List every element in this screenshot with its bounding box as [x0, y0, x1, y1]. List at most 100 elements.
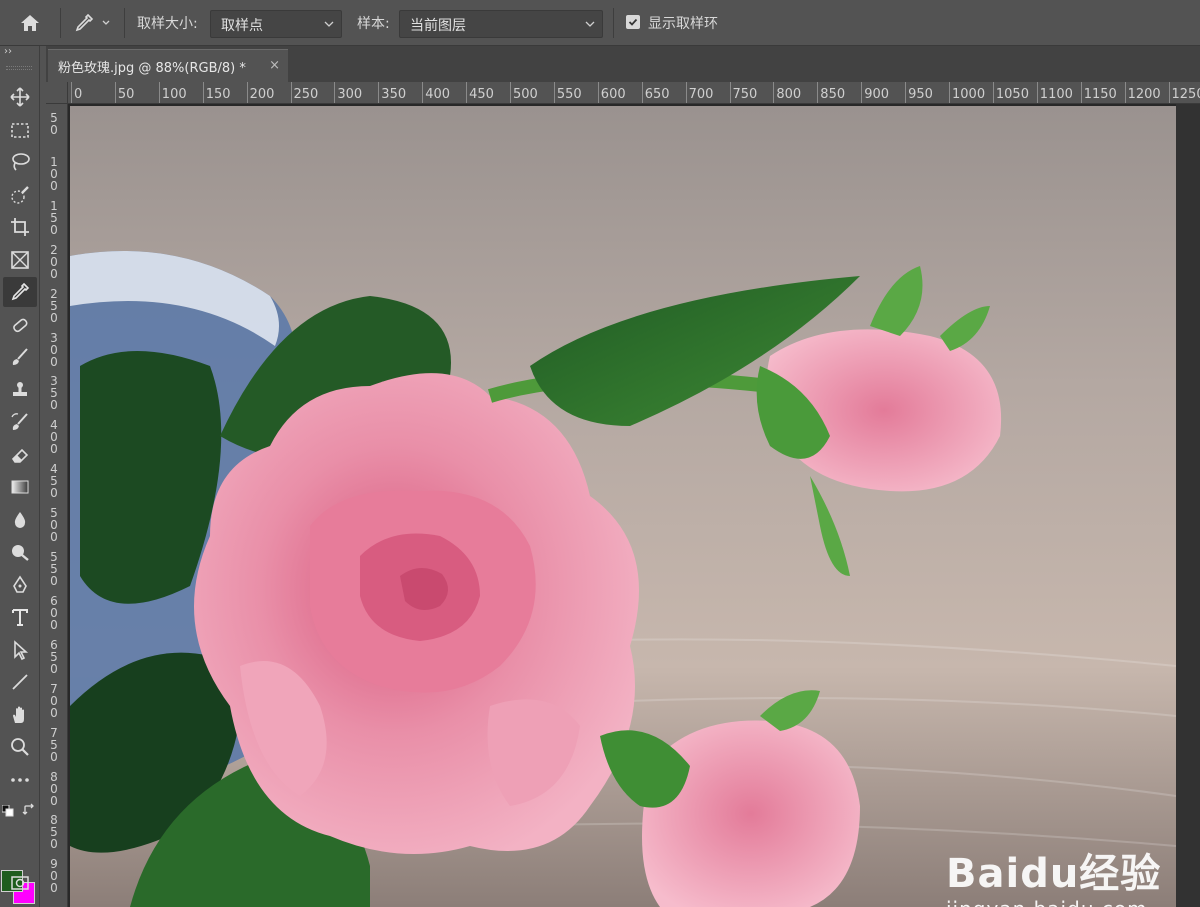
more-tools[interactable]: [3, 765, 37, 795]
ruler-tick-label: 500: [513, 87, 538, 102]
ruler-tick: [597, 82, 599, 103]
swap-colors-icon[interactable]: [22, 802, 36, 816]
panel-grip[interactable]: [6, 66, 32, 70]
crop-tool[interactable]: [3, 212, 37, 242]
ruler-tick: [422, 82, 424, 103]
stamp-icon: [13, 382, 27, 396]
gradient-icon: [11, 480, 29, 494]
path-selection-tool[interactable]: [3, 635, 37, 665]
frame-icon: [11, 251, 29, 269]
ruler-tick: [466, 82, 468, 103]
ruler-tick-label: 850: [820, 87, 846, 102]
marquee-tool[interactable]: [3, 115, 37, 145]
document-tab[interactable]: 粉色玫瑰.jpg @ 88%(RGB/8) * ×: [48, 49, 288, 82]
divider: [613, 8, 614, 38]
ruler-tick: [817, 82, 819, 103]
vertical-ruler[interactable]: 5 0 1 0 0 1 5 0 2 0 0 2 5 0 3 0 0 3 5 0 4 0 0 4 …: [46, 104, 68, 907]
ruler-tick: [992, 82, 994, 103]
ruler-tick: [553, 82, 555, 103]
line-tool[interactable]: [3, 667, 37, 697]
image-canvas[interactable]: Baidu经验 jingyan.baidu.com: [70, 106, 1176, 907]
ruler-tick-label: 750: [732, 87, 758, 102]
bandage-icon: [13, 318, 28, 333]
brush-tool[interactable]: [3, 342, 37, 372]
ruler-origin[interactable]: [46, 82, 68, 104]
show-ring-label[interactable]: 显示取样环: [648, 13, 718, 33]
divider: [60, 8, 61, 38]
ruler-tick-label: 450: [469, 87, 494, 102]
ruler-tick: [378, 82, 380, 103]
zoom-tool[interactable]: [3, 732, 37, 762]
lasso-tool[interactable]: [3, 147, 37, 177]
ruler-tick-label: 700: [688, 87, 714, 102]
ruler-tick-label: 550: [556, 87, 582, 102]
baidu-jingyan-watermark: Baidu经验 jingyan.baidu.com: [946, 841, 1161, 907]
ruler-tick-label: 8 5 0: [50, 813, 58, 852]
arrow-icon: [14, 640, 29, 661]
document-tab-title: 粉色玫瑰.jpg @ 88%(RGB/8) *: [58, 60, 246, 76]
ruler-tick-label: 1000: [952, 87, 986, 102]
move-icon: [10, 87, 30, 107]
quick-mask-button[interactable]: [3, 868, 37, 898]
ruler-tick: [334, 82, 336, 103]
ruler-tick-label: 1100: [1039, 87, 1073, 102]
ruler-tick-label: 7 0 0: [50, 681, 58, 720]
pen-tool[interactable]: [3, 570, 37, 600]
home-icon[interactable]: [10, 8, 50, 38]
line-icon: [12, 674, 28, 690]
ruler-tick-label: 2 5 0: [50, 286, 58, 325]
horizontal-ruler[interactable]: 0 50 100 150 200 250 300 350 400 450 500 550 600 650 7…: [68, 82, 1200, 104]
chevron-down-icon: [324, 21, 334, 27]
sample-select[interactable]: 当前图层: [399, 10, 603, 38]
sample-size-value: 取样点: [221, 18, 263, 34]
sample-label: 样本:: [357, 16, 390, 32]
eyedropper-icon: [11, 282, 30, 301]
ruler-tick-label: 1 5 0: [50, 198, 58, 237]
ruler-tick: [729, 82, 731, 103]
quick-selection-tool[interactable]: [3, 180, 37, 210]
hand-icon: [13, 706, 24, 723]
healing-brush-tool[interactable]: [3, 310, 37, 340]
hand-tool[interactable]: [3, 700, 37, 730]
ruler-tick-label: 150: [205, 87, 231, 102]
ruler-tick-label: 4 0 0: [50, 418, 58, 457]
close-icon[interactable]: ×: [269, 58, 280, 73]
ruler-tick-label: 6 0 0: [50, 593, 58, 632]
chevron-down-icon: [585, 21, 595, 27]
divider: [124, 8, 125, 38]
tool-preset-picker[interactable]: [66, 8, 118, 38]
ruler-tick-label: 250: [293, 87, 319, 102]
ruler-tick-label: 300: [337, 87, 363, 102]
tools-panel: ››: [0, 46, 40, 907]
ruler-tick-label: 100: [161, 87, 187, 102]
dodge-icon: [12, 545, 29, 561]
ruler-tick-label: 5 0 0: [50, 506, 58, 545]
move-tool[interactable]: [3, 82, 37, 112]
type-tool[interactable]: [3, 602, 37, 632]
ruler-tick-label: 350: [381, 87, 407, 102]
frame-tool[interactable]: [3, 245, 37, 275]
crop-icon: [11, 218, 29, 236]
clone-stamp-tool[interactable]: [3, 375, 37, 405]
history-brush-tool[interactable]: [3, 407, 37, 437]
ruler-tick-label: 3 5 0: [50, 374, 58, 413]
vertical-scrollbar[interactable]: [1176, 104, 1200, 907]
blur-tool[interactable]: [3, 505, 37, 535]
eyedropper-tool[interactable]: [3, 277, 37, 307]
ruler-tick-label: 1250: [1171, 87, 1200, 102]
sample-size-select[interactable]: 取样点: [210, 10, 342, 38]
quick-select-icon: [11, 186, 29, 204]
default-colors-icon[interactable]: [1, 802, 14, 817]
show-ring-checkbox[interactable]: [626, 15, 640, 29]
options-bar: 取样大小: 取样点 样本: 当前图层 显示取样环: [0, 0, 1200, 46]
ruler-tick: [949, 82, 950, 103]
ruler-tick-label: 7 5 0: [50, 725, 58, 764]
collapse-toggle[interactable]: ››: [4, 46, 12, 57]
eraser-icon: [11, 448, 29, 463]
ruler-tick-label: 5 5 0: [50, 550, 58, 588]
eraser-tool[interactable]: [3, 440, 37, 470]
dodge-tool[interactable]: [3, 537, 37, 567]
ruler-tick: [1080, 82, 1082, 103]
ruler-tick: [685, 82, 687, 103]
gradient-tool[interactable]: [3, 472, 37, 502]
